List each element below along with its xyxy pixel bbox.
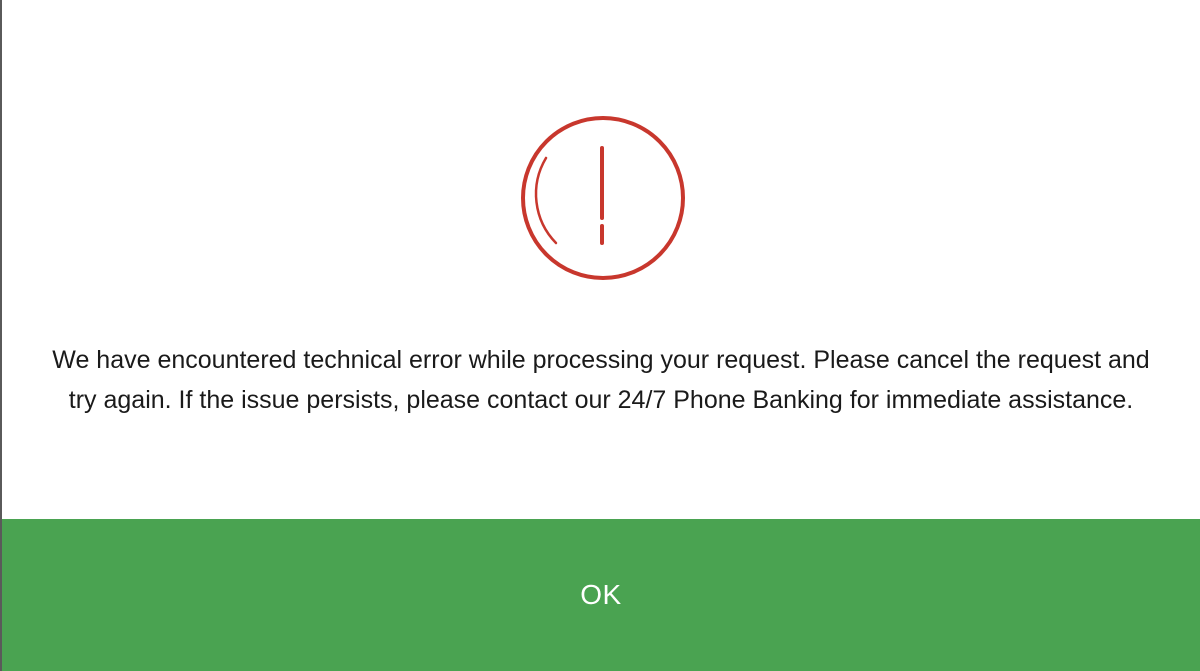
alert-exclamation-icon (520, 115, 686, 281)
error-message: We have encountered technical error whil… (52, 346, 1150, 414)
ok-button[interactable]: OK (2, 519, 1200, 671)
dialog-body: We have encountered technical error whil… (2, 0, 1200, 519)
error-dialog: We have encountered technical error whil… (0, 0, 1200, 671)
